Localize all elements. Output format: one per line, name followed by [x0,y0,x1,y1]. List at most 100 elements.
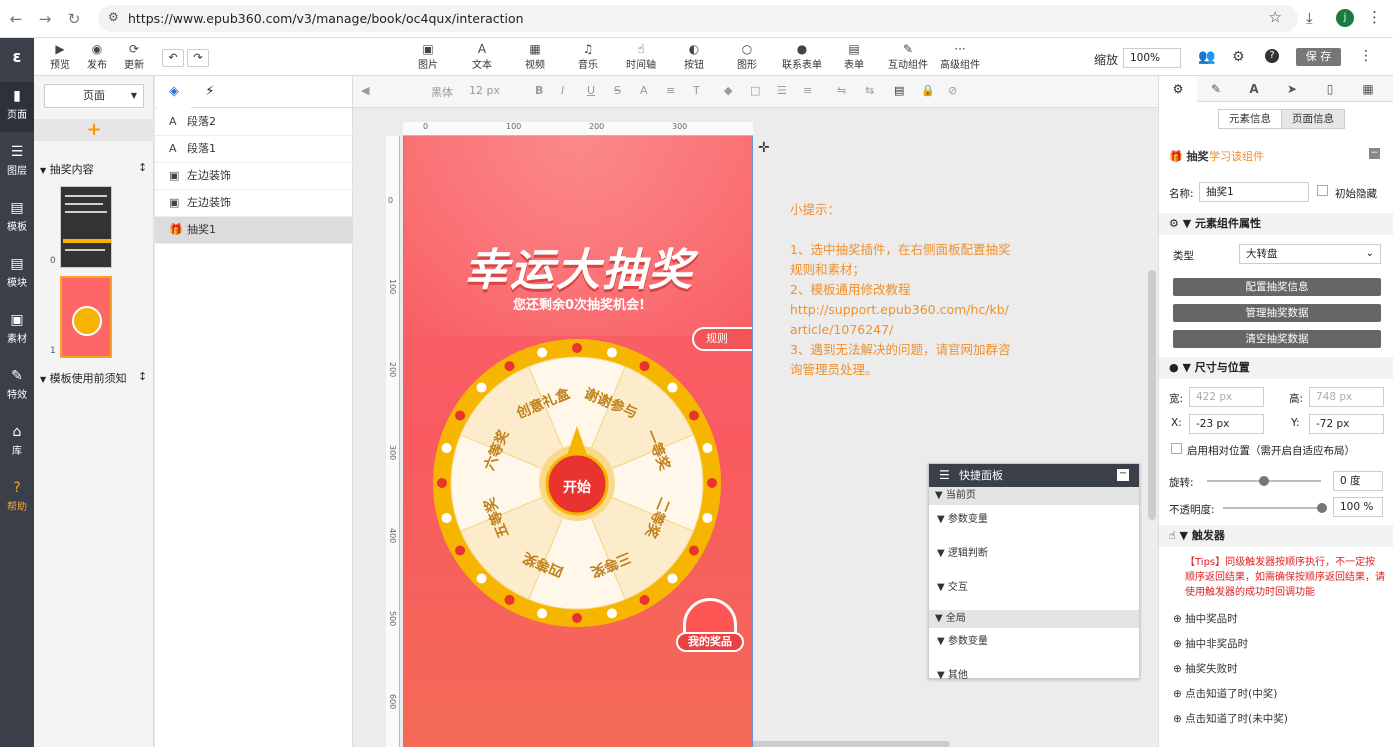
font-icon[interactable]: A [1235,76,1273,102]
my-prizes-button[interactable]: 我的奖品 [676,632,744,652]
layer-item[interactable]: A 段落1 [155,136,353,163]
quick-item[interactable]: ▼ 交互 [937,578,968,593]
italic-icon[interactable]: I [561,84,564,97]
pencil-icon[interactable]: ✎ [1197,76,1235,102]
opacity-slider[interactable] [1223,507,1323,509]
quick-item[interactable]: ▼ 参数变量 [937,632,988,647]
update-button[interactable]: ⟳ 更新 [124,42,144,71]
y-input[interactable]: -72 px [1309,414,1384,434]
sidebar-item-layers[interactable]: ☰ 图层 [0,138,34,188]
manage-data-button[interactable]: 管理抽奖数据 [1173,304,1381,322]
quick-item[interactable]: ▼ 其他 [937,666,968,681]
clear-data-button[interactable]: 清空抽奖数据 [1173,330,1381,348]
group-lottery-content[interactable]: ▼ 抽奖内容 [40,161,94,177]
tool-video[interactable]: ▦ 视频 [525,42,545,71]
trigger-item[interactable]: ⊕ 抽奖失败时 [1173,661,1238,676]
page-thumbnail-1[interactable] [60,276,112,358]
collapse-icon[interactable]: − [1117,469,1129,481]
list-icon[interactable]: ☰ [777,84,787,97]
fill-icon[interactable]: ◆ [724,84,732,97]
sidebar-item-help[interactable]: ? 帮助 [0,474,34,524]
collapse-left-icon[interactable]: ◀ [361,84,369,97]
hide-checkbox[interactable] [1317,185,1328,196]
collapse-icon[interactable]: − [1369,148,1380,159]
tool-music[interactable]: ♫ 音乐 [578,42,598,71]
gear-icon[interactable]: ⚙ [1159,76,1197,102]
config-lottery-button[interactable]: 配置抽奖信息 [1173,278,1381,296]
address-bar[interactable]: ⚙ https://www.epub360.com/v3/manage/book… [98,5,1298,32]
section-component-props[interactable]: ⚙ ▼ 元素组件属性 [1159,213,1393,235]
section-global[interactable]: ▼ 全局 [929,610,1139,628]
users-icon[interactable]: 👥 [1198,49,1215,65]
profile-avatar[interactable]: j [1336,9,1354,27]
page-thumbnail-0[interactable] [60,186,112,268]
sidebar-item-library[interactable]: ⌂ 库 [0,418,34,468]
trigger-item[interactable]: ⊕ 点击知道了时(中奖) [1173,686,1277,701]
border-icon[interactable]: □ [750,84,760,97]
help-icon[interactable]: ? [1265,49,1279,63]
quick-item[interactable]: ▼ 逻辑判断 [937,544,988,559]
underline-icon[interactable]: U [587,84,595,97]
layers-stack-icon[interactable]: ◈ [157,76,191,108]
page-select[interactable]: 页面 ▼ [44,84,144,108]
flip-icon[interactable]: ⇋ [837,84,846,97]
x-input[interactable]: -23 px [1189,414,1264,434]
text-size-icon[interactable]: T [693,84,700,97]
tool-image[interactable]: ▣ 图片 [418,42,438,71]
drag-handle-icon[interactable]: ↕ [138,370,147,383]
quick-panel-header[interactable]: ☰ 快捷面板 − [929,464,1139,487]
tool-contact-form[interactable]: ● 联系表单 [782,42,822,71]
add-page-button[interactable]: + [34,119,154,141]
tool-timeline[interactable]: ☝ 时间轴 [626,42,656,71]
rotation-input[interactable]: 0 度 [1333,471,1383,491]
opacity-slider-handle[interactable] [1317,503,1327,513]
sidebar-item-assets[interactable]: ▣ 素材 [0,306,34,356]
forward-icon[interactable]: → [35,9,55,29]
bookmark-star-icon[interactable]: ☆ [1269,8,1282,26]
tab-page-info[interactable]: 页面信息 [1281,109,1345,129]
publish-button[interactable]: ◉ 发布 [87,42,107,71]
move-handle-icon[interactable]: ✛ [758,140,770,156]
section-triggers[interactable]: ☝ ▼ 触发器 [1159,525,1393,547]
tool-form[interactable]: ▤ 表单 [844,42,864,71]
save-button[interactable]: 保 存 [1296,48,1341,66]
gear-icon[interactable]: ⚙ [1232,49,1245,65]
layer-order-icon[interactable]: ▤ [894,84,904,97]
lock-icon[interactable]: 🔒 [921,84,935,97]
sidebar-item-templates[interactable]: ▤ 模板 [0,194,34,244]
preview-button[interactable]: ▶ 预览 [50,42,70,71]
download-icon[interactable]: ⤓ [1306,9,1313,27]
tool-advanced[interactable]: ··· 高级组件 [940,42,980,71]
zoom-input[interactable]: 100% [1123,48,1181,68]
tool-interactive[interactable]: ✎ 互动组件 [888,42,928,71]
browser-menu-icon[interactable]: ⋮ [1367,8,1382,26]
table-icon[interactable]: ▦ [1349,76,1387,102]
tool-button[interactable]: ◐ 按钮 [684,42,704,71]
width-input[interactable]: 422 px [1189,387,1264,407]
strikethrough-icon[interactable]: S [614,84,621,97]
trigger-item[interactable]: ⊕ 点击知道了时(未中奖) [1173,711,1288,726]
unlock-icon[interactable]: ⊘ [948,84,957,97]
font-color-icon[interactable]: A [640,84,648,97]
layer-item[interactable]: ▣ 左边装饰 [155,190,353,217]
bold-icon[interactable]: B [535,84,543,97]
more-vertical-icon[interactable]: ⋮ [1359,48,1373,64]
type-select[interactable]: 大转盘 ⌄ [1239,244,1381,264]
drag-handle-icon[interactable]: ↕ [138,161,147,174]
layer-item[interactable]: A 段落2 [155,109,353,136]
site-info-icon[interactable]: ⚙ [108,10,119,24]
sidebar-item-modules[interactable]: ▤ 模块 [0,250,34,300]
redo-button[interactable]: ↷ [187,49,209,67]
sidebar-item-effects[interactable]: ✎ 特效 [0,362,34,412]
font-size-select[interactable]: 12 px [469,84,500,97]
height-input[interactable]: 748 px [1309,387,1384,407]
opacity-input[interactable]: 100 % [1333,497,1383,517]
undo-button[interactable]: ↶ [162,49,184,67]
trigger-item[interactable]: ⊕ 抽中非奖品时 [1173,636,1248,651]
group-template-notes[interactable]: ▼ 模板使用前须知 [40,370,127,386]
tool-text[interactable]: A 文本 [472,42,492,71]
tab-element-info[interactable]: 元素信息 [1218,109,1282,129]
lightning-icon[interactable]: ⚡ [193,76,227,108]
align-center-icon[interactable]: ≡ [803,84,812,97]
reload-icon[interactable]: ↻ [64,9,84,29]
